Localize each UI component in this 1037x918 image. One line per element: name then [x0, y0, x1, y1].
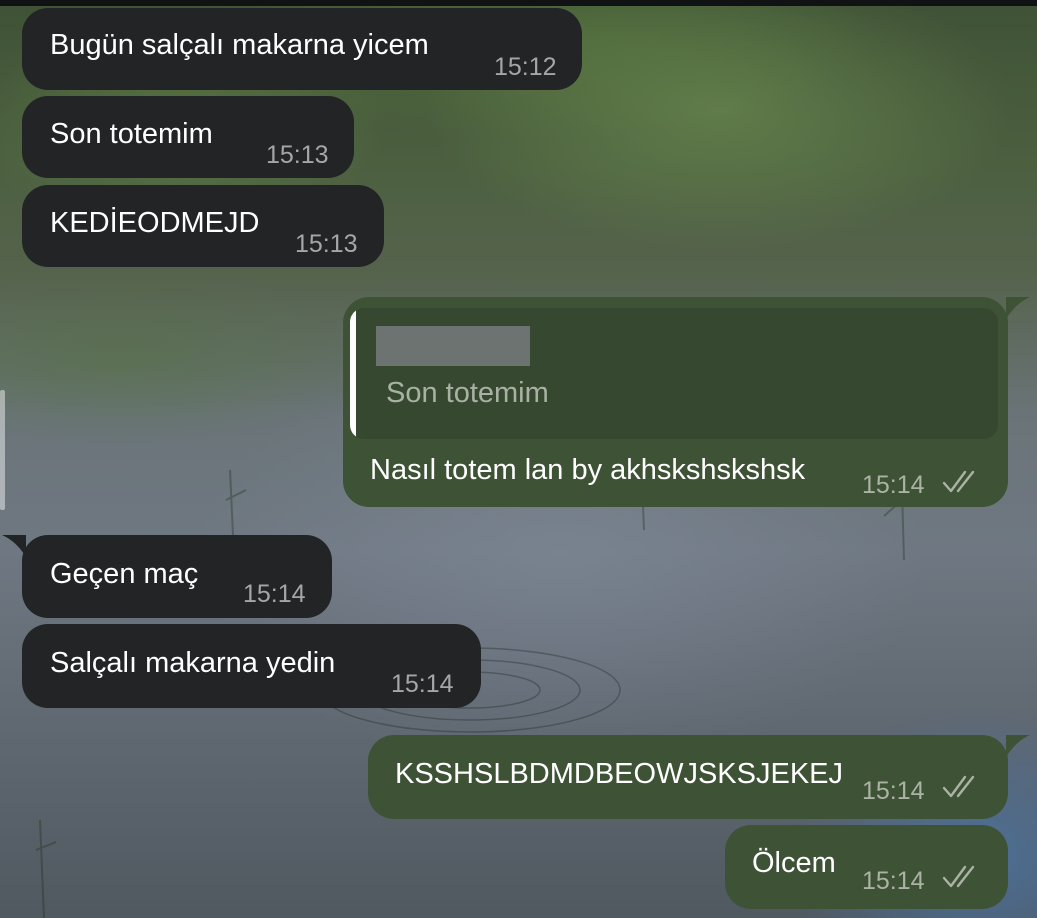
- reply-quote[interactable]: Son totemim: [350, 308, 998, 439]
- double-check-icon: [942, 470, 975, 493]
- message-bubble-incoming[interactable]: KEDİEODMEJD 15:13: [22, 185, 384, 267]
- message-time: 15:12: [494, 53, 557, 81]
- message-bubble-outgoing[interactable]: Ölcem 15:14: [725, 825, 1008, 909]
- reply-author-redacted: [376, 326, 530, 366]
- message-time: 15:14: [391, 670, 454, 698]
- double-check-icon: [942, 775, 975, 798]
- message-bubble-incoming[interactable]: Bugün salçalı makarna yicem 15:12: [22, 8, 582, 90]
- scroll-indicator[interactable]: [0, 390, 5, 510]
- message-text: KSSHSLBDMDBEOWJSKSJEKEJ: [395, 758, 843, 790]
- reply-quote-bar: [350, 308, 356, 439]
- status-strip: [0, 0, 1037, 6]
- bubble-tail: [1006, 735, 1030, 757]
- message-text: Nasıl totem lan by akhskshskshsk: [370, 454, 806, 486]
- reply-quote-text: Son totemim: [386, 377, 549, 409]
- message-bubble-outgoing[interactable]: KSSHSLBDMDBEOWJSKSJEKEJ 15:14: [368, 735, 1008, 819]
- message-bubble-incoming[interactable]: Salçalı makarna yedin 15:14: [22, 624, 481, 708]
- message-time: 15:14: [862, 471, 925, 499]
- message-text: Salçalı makarna yedin: [50, 647, 336, 679]
- message-bubble-incoming[interactable]: Geçen maç 15:14: [22, 535, 332, 618]
- message-time: 15:13: [266, 141, 329, 169]
- message-bubble-outgoing[interactable]: Son totemim Nasıl totem lan by akhskshsk…: [343, 297, 1008, 507]
- message-text: Geçen maç: [50, 558, 199, 590]
- message-time: 15:13: [295, 230, 358, 258]
- message-time: 15:14: [862, 867, 925, 895]
- bubble-tail: [2, 535, 26, 557]
- message-text: Ölcem: [752, 847, 836, 879]
- message-time: 15:14: [862, 777, 925, 805]
- double-check-icon: [942, 865, 975, 888]
- bubble-tail: [1006, 297, 1030, 319]
- message-text: Son totemim: [50, 118, 213, 150]
- message-text: Bugün salçalı makarna yicem: [50, 29, 429, 61]
- message-bubble-incoming[interactable]: Son totemim 15:13: [22, 96, 354, 178]
- message-text: KEDİEODMEJD: [50, 207, 260, 239]
- message-time: 15:14: [243, 580, 306, 608]
